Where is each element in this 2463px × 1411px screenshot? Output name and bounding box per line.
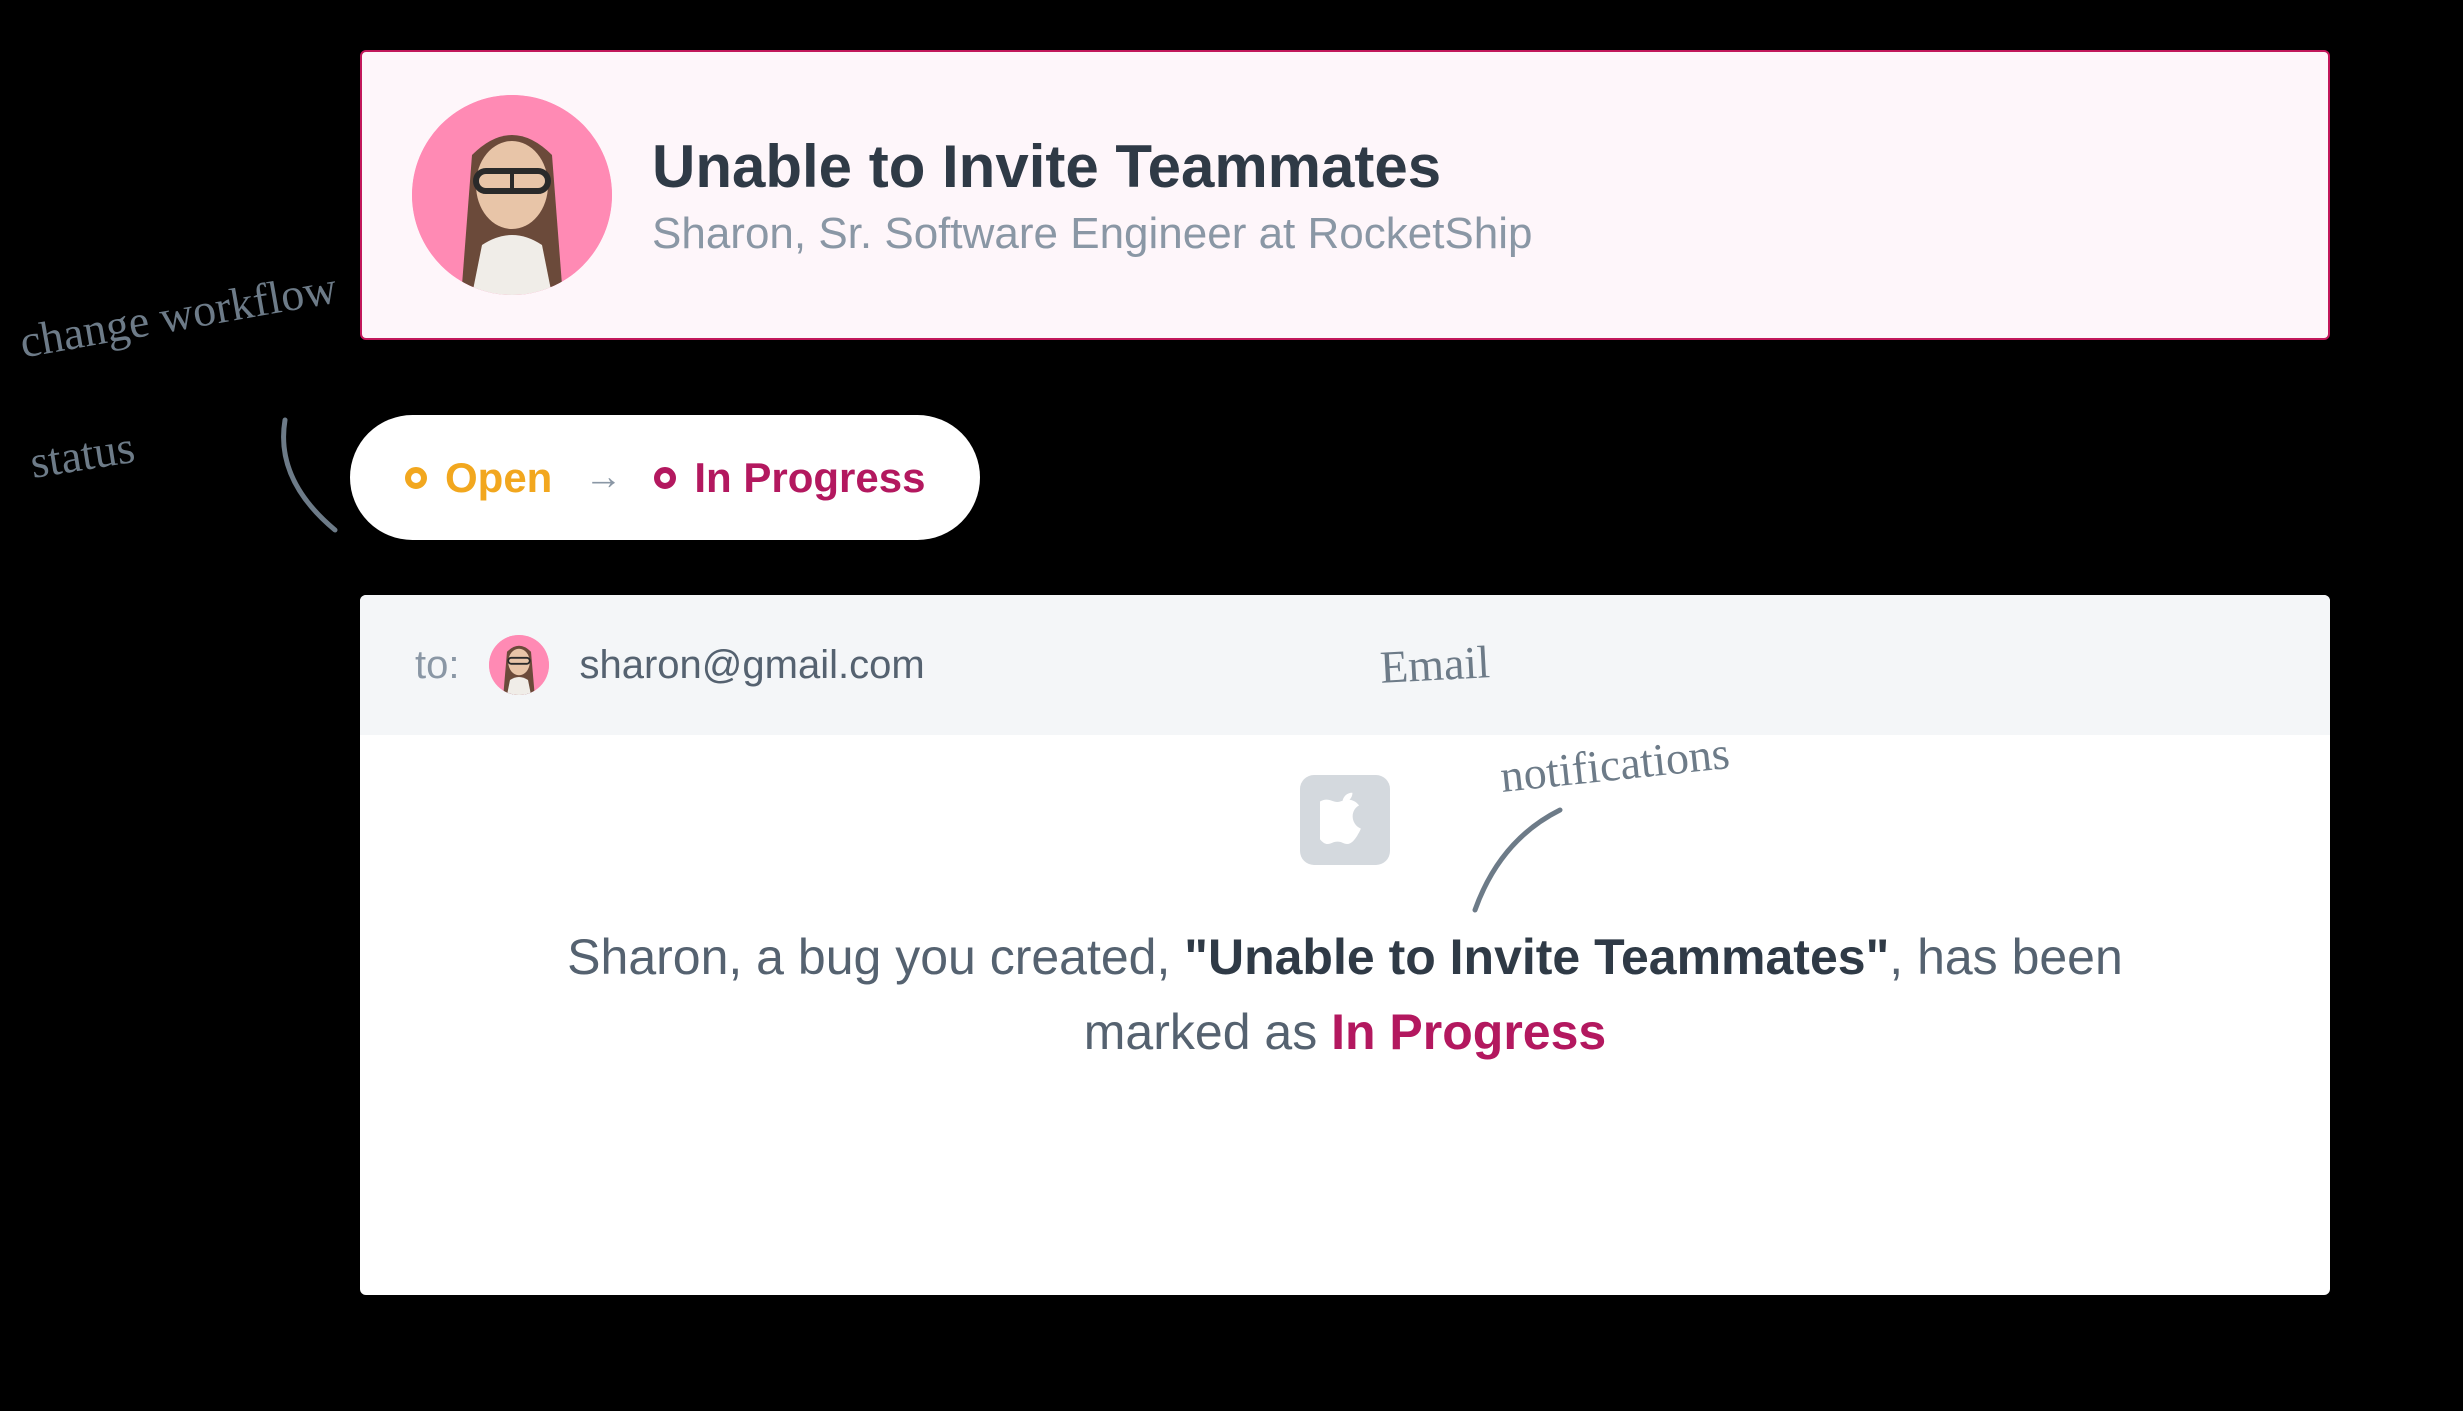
email-to-label: to: bbox=[415, 643, 459, 688]
email-header: to: sharon@gmail.com bbox=[360, 595, 2330, 735]
arrow-right-icon: → bbox=[584, 456, 622, 499]
ticket-text: Unable to Invite Teammates Sharon, Sr. S… bbox=[652, 132, 1533, 259]
email-msg-pre: Sharon, a bug you created, bbox=[567, 929, 1184, 985]
email-msg-bug-title: "Unable to Invite Teammates" bbox=[1184, 929, 1889, 985]
annotation-change-workflow: change workflow bbox=[16, 263, 341, 368]
email-msg-status: In Progress bbox=[1331, 1004, 1606, 1060]
status-dot-icon bbox=[405, 467, 427, 489]
status-to: In Progress bbox=[654, 454, 925, 502]
reporter-avatar bbox=[412, 95, 612, 295]
annotation-arrow-icon bbox=[1460, 800, 1580, 920]
status-from-label: Open bbox=[445, 454, 552, 502]
email-notification-card: to: sharon@gmail.com Sharon, a bug you c… bbox=[360, 595, 2330, 1295]
status-to-label: In Progress bbox=[694, 454, 925, 502]
ticket-title: Unable to Invite Teammates bbox=[652, 132, 1533, 201]
status-dot-icon bbox=[654, 467, 676, 489]
email-body: Sharon, a bug you created, "Unable to In… bbox=[360, 735, 2330, 1130]
ticket-subtitle: Sharon, Sr. Software Engineer at RocketS… bbox=[652, 209, 1533, 259]
recipient-avatar bbox=[489, 635, 549, 695]
annotation-status: status bbox=[27, 422, 138, 488]
apple-logo-icon bbox=[1300, 775, 1390, 865]
ticket-card: Unable to Invite Teammates Sharon, Sr. S… bbox=[360, 50, 2330, 340]
recipient-email: sharon@gmail.com bbox=[579, 643, 924, 688]
email-message: Sharon, a bug you created, "Unable to In… bbox=[480, 920, 2210, 1070]
status-from: Open bbox=[405, 454, 552, 502]
annotation-email: Email bbox=[1379, 637, 1491, 693]
status-change-pill[interactable]: Open → In Progress bbox=[350, 415, 980, 540]
